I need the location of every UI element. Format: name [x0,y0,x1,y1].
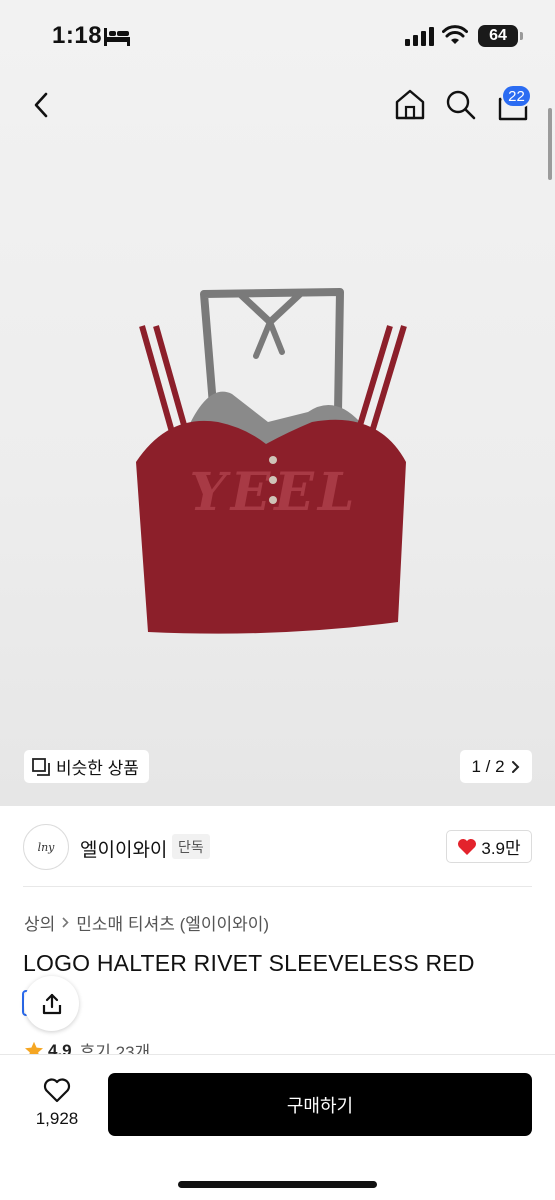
wifi-icon [442,25,468,44]
search-icon[interactable] [444,88,478,122]
chevron-right-icon [511,760,519,773]
similar-icon [32,757,50,776]
bed-icon [104,28,130,46]
similar-products-label: 비슷한 상품 [56,759,139,778]
home-icon[interactable] [393,87,427,121]
share-button[interactable] [24,976,79,1031]
brand-row: lny 엘이이와이 단독 3.9만 [0,806,555,886]
heart-icon [43,1078,71,1103]
battery-cap [520,32,523,40]
brand-name[interactable]: 엘이이와이 [80,835,167,862]
chevron-right-icon [62,917,69,928]
exclusive-badge: 단독 [172,834,210,859]
brand-logo[interactable]: lny [23,824,69,870]
status-time: 1:18 [52,22,103,49]
garment-logo-text: YEEL [190,462,359,523]
heart-icon [458,838,477,855]
scrollbar-thumb[interactable] [548,108,552,180]
product-detail-page: 1:18 64 22 YEEL 비슷한 상품 1 / 2 lny 엘이이와이 단… [0,0,555,1200]
buy-button[interactable]: 구매하기 [108,1073,532,1136]
back-icon[interactable] [28,88,58,122]
breadcrumb: 상의 민소매 티셔츠 (엘이이와이) [24,910,269,935]
image-pager[interactable]: 1 / 2 [460,750,532,783]
breadcrumb-category[interactable]: 상의 [24,910,55,935]
pager-text: 1 / 2 [471,756,505,776]
product-image: YEEL [136,288,407,634]
signal-icon [405,27,434,46]
product-title: LOGO HALTER RIVET SLEEVELESS RED [23,950,475,976]
share-icon [42,993,61,1014]
brand-like-count: 3.9만 [481,839,521,858]
brand-like-button[interactable]: 3.9만 [446,830,532,863]
similar-products-button[interactable]: 비슷한 상품 [24,750,149,783]
cart-count-badge: 22 [501,84,532,108]
divider [23,886,532,887]
breadcrumb-subcategory[interactable]: 민소매 티셔츠 (엘이이와이) [76,910,269,935]
wishlist-count: 1,928 [35,1109,79,1128]
status-bar: 1:18 64 [0,0,555,70]
bottom-action-bar: 1,928 구매하기 [0,1054,555,1200]
battery-indicator: 64 [478,25,518,47]
home-indicator [178,1181,377,1188]
wishlist-button[interactable]: 1,928 [30,1075,84,1135]
